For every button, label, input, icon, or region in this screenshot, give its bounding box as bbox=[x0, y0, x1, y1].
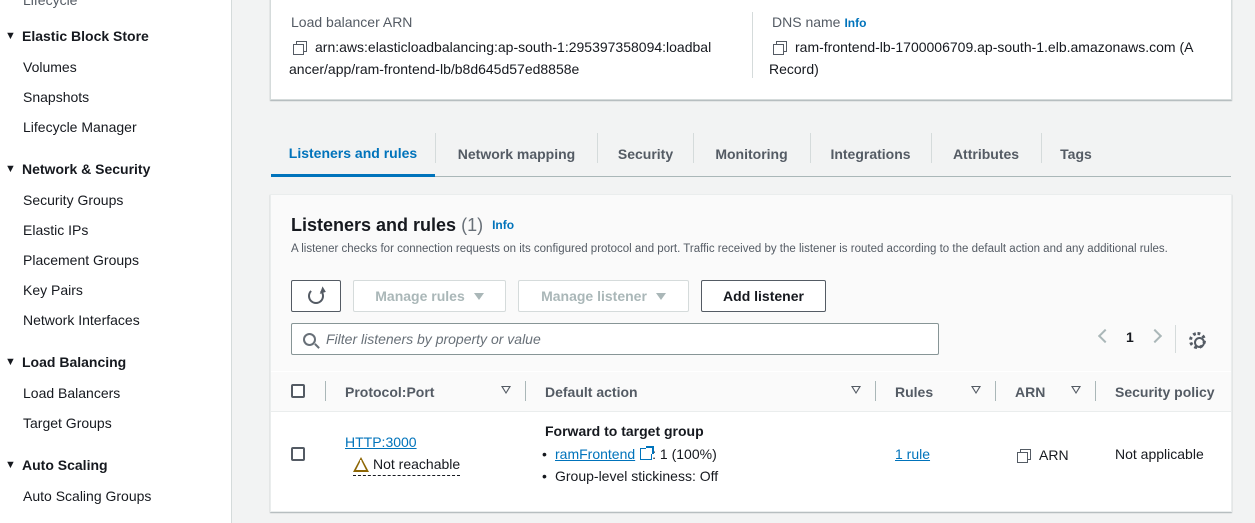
dns-value: ram-frontend-lb-1700006709.ap-south-1.el… bbox=[769, 39, 1194, 77]
listeners-panel: Listeners and rules (1) Info A listener … bbox=[270, 194, 1232, 512]
external-link-icon[interactable] bbox=[640, 446, 655, 460]
caret-down-icon: ▼ bbox=[5, 163, 16, 175]
column-separator bbox=[525, 381, 526, 401]
sidebar-item-network-interfaces[interactable]: Network Interfaces bbox=[23, 312, 140, 328]
rules-link[interactable]: 1 rule bbox=[895, 446, 930, 462]
sidebar-item-snapshots[interactable]: Snapshots bbox=[23, 89, 89, 105]
sidebar-item-cut[interactable]: Lifecycle bbox=[23, 0, 77, 8]
sidebar-item-security-groups[interactable]: Security Groups bbox=[23, 192, 123, 208]
target-group-link[interactable]: ramFrontend bbox=[555, 446, 635, 462]
column-separator bbox=[325, 381, 326, 401]
dns-info-link[interactable]: Info bbox=[844, 16, 866, 30]
caret-down-icon: ▼ bbox=[5, 356, 16, 368]
caret-down-icon bbox=[655, 292, 666, 300]
sort-icon[interactable] bbox=[1071, 386, 1081, 394]
sidebar-item-elastic-ips[interactable]: Elastic IPs bbox=[23, 222, 88, 238]
protocol-port-link[interactable]: HTTP:3000 bbox=[345, 434, 417, 450]
arn-label: Load balancer ARN bbox=[291, 14, 413, 30]
copy-icon bbox=[1017, 449, 1031, 463]
tab-integrations[interactable]: Integrations bbox=[810, 131, 931, 176]
filter-listeners-field bbox=[291, 323, 939, 355]
column-protocol-port[interactable]: Protocol:Port bbox=[345, 384, 434, 400]
action-title: Forward to target group bbox=[545, 423, 704, 439]
sidebar-item-volumes[interactable]: Volumes bbox=[23, 59, 77, 75]
listeners-title: Listeners and rules (1) Info bbox=[291, 215, 515, 235]
search-icon bbox=[303, 332, 316, 346]
row-checkbox[interactable] bbox=[291, 447, 305, 461]
tab-listeners-and-rules[interactable]: Listeners and rules bbox=[271, 131, 435, 177]
sidebar-item-placement-groups[interactable]: Placement Groups bbox=[23, 252, 139, 268]
sidebar-section-network-security[interactable]: ▼ Network & Security bbox=[5, 161, 150, 177]
sort-icon[interactable] bbox=[851, 386, 861, 394]
sidebar-item-auto-scaling-groups[interactable]: Auto Scaling Groups bbox=[23, 488, 151, 504]
refresh-button[interactable] bbox=[291, 280, 341, 312]
arn-copy[interactable]: ARN bbox=[1017, 447, 1069, 463]
copy-icon[interactable] bbox=[293, 41, 307, 55]
tab-bar: Listeners and rules Network mapping Secu… bbox=[271, 131, 1231, 177]
manage-rules-button[interactable]: Manage rules bbox=[353, 280, 506, 312]
sort-icon[interactable] bbox=[971, 386, 981, 394]
tab-security[interactable]: Security bbox=[598, 131, 693, 176]
details-divider bbox=[752, 12, 753, 78]
security-policy-value: Not applicable bbox=[1115, 446, 1204, 462]
table-header: Protocol:Port Default action Rules ARN S… bbox=[271, 372, 1231, 412]
filter-listeners-input[interactable] bbox=[326, 331, 906, 347]
column-separator bbox=[875, 381, 876, 401]
tab-monitoring[interactable]: Monitoring bbox=[693, 131, 810, 176]
pager-separator bbox=[1175, 325, 1176, 353]
manage-listener-button[interactable]: Manage listener bbox=[518, 280, 689, 312]
sidebar-section-load-balancing[interactable]: ▼ Load Balancing bbox=[5, 354, 126, 370]
listeners-count: (1) bbox=[461, 215, 484, 235]
dns-label: DNS name Info bbox=[772, 14, 867, 30]
not-reachable-status[interactable]: Not reachable bbox=[353, 456, 461, 476]
sidebar: Lifecycle ▼ Elastic Block Store Volumes S… bbox=[0, 0, 232, 523]
caret-down-icon: ▼ bbox=[5, 459, 16, 471]
sidebar-section-auto-scaling[interactable]: ▼ Auto Scaling bbox=[5, 457, 108, 473]
gear-icon[interactable] bbox=[1189, 332, 1206, 349]
add-listener-button[interactable]: Add listener bbox=[701, 280, 826, 312]
column-security-policy[interactable]: Security policy bbox=[1115, 384, 1215, 400]
column-rules[interactable]: Rules bbox=[895, 384, 933, 400]
sidebar-item-target-groups[interactable]: Target Groups bbox=[23, 415, 112, 431]
copy-icon[interactable] bbox=[773, 41, 787, 55]
target-group-item: ramFrontend: 1 (100%) bbox=[542, 446, 717, 462]
column-separator bbox=[1095, 381, 1096, 401]
warning-icon bbox=[353, 456, 369, 472]
listeners-description: A listener checks for connection request… bbox=[291, 243, 1168, 255]
sort-icon[interactable] bbox=[501, 386, 511, 394]
sidebar-item-load-balancers[interactable]: Load Balancers bbox=[23, 385, 120, 401]
column-default-action[interactable]: Default action bbox=[545, 384, 638, 400]
load-balancer-details: Load balancer ARN arn:aws:elasticloadbal… bbox=[270, 0, 1232, 100]
sidebar-section-ebs[interactable]: ▼ Elastic Block Store bbox=[5, 28, 149, 44]
tab-tags[interactable]: Tags bbox=[1041, 131, 1111, 176]
listeners-info-link[interactable]: Info bbox=[492, 218, 514, 232]
sidebar-item-key-pairs[interactable]: Key Pairs bbox=[23, 282, 83, 298]
arn-value: arn:aws:elasticloadbalancing:ap-south-1:… bbox=[289, 39, 712, 77]
stickiness-item: Group-level stickiness: Off bbox=[542, 468, 718, 484]
tab-network-mapping[interactable]: Network mapping bbox=[435, 131, 598, 176]
refresh-icon bbox=[308, 288, 324, 304]
column-separator bbox=[995, 381, 996, 401]
select-all-checkbox[interactable] bbox=[291, 384, 305, 398]
caret-down-icon: ▼ bbox=[5, 30, 16, 42]
sidebar-item-lifecycle-manager[interactable]: Lifecycle Manager bbox=[23, 119, 137, 135]
page-number[interactable]: 1 bbox=[1126, 329, 1134, 345]
column-arn[interactable]: ARN bbox=[1015, 384, 1045, 400]
caret-down-icon bbox=[473, 292, 484, 300]
tab-attributes[interactable]: Attributes bbox=[931, 131, 1041, 176]
